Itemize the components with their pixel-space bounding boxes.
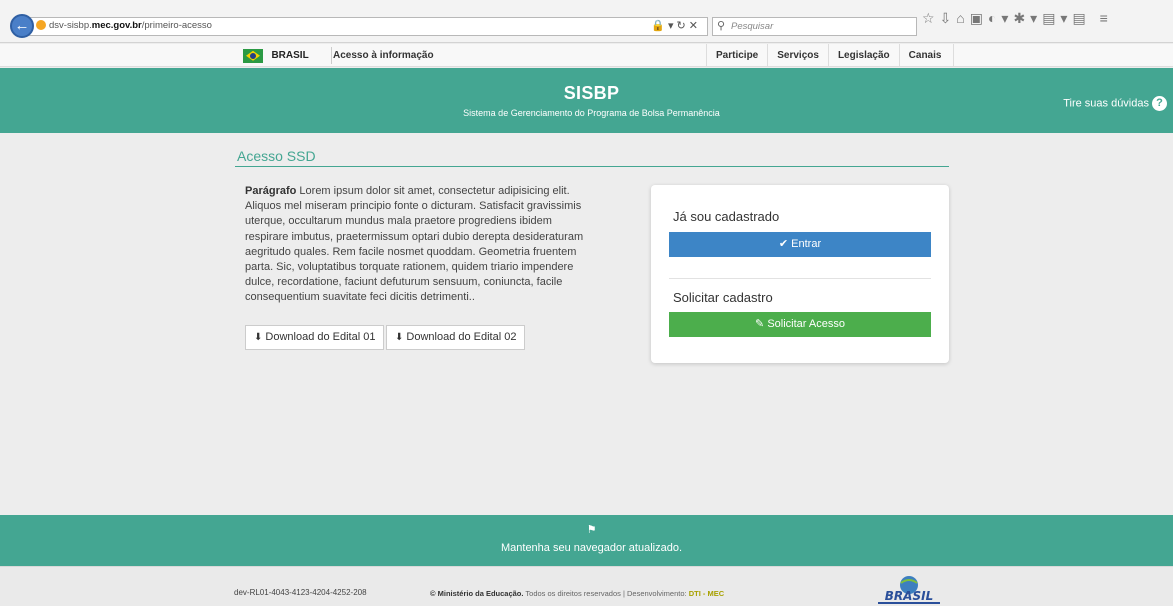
title-divider <box>235 166 949 167</box>
flag-icon: ⚑ <box>586 524 597 536</box>
page-title: Acesso SSD <box>237 148 316 164</box>
site-identity-icon[interactable] <box>36 20 46 30</box>
enter-button[interactable]: ✔ Entrar <box>669 232 931 257</box>
edit-icon: ✎ <box>755 318 765 330</box>
brazil-flag-icon <box>243 48 263 63</box>
help-link[interactable]: Tire suas dúvidas? <box>1063 96 1167 111</box>
card-divider <box>669 278 931 279</box>
subfooter: dev-RL01-4043-4123-4204-4252-208 © Minis… <box>0 566 1173 606</box>
download-icon: ⬇ <box>254 332 263 343</box>
search-icon: ⚲ <box>717 20 726 32</box>
question-icon: ? <box>1152 96 1167 111</box>
enter-label: Entrar <box>791 238 822 250</box>
gov-nav-servicos[interactable]: Serviços <box>767 44 828 67</box>
brasil-label: BRASIL <box>271 50 309 62</box>
url-text: dsv-sisbp.mec.gov.br/primeiro-acesso <box>49 20 212 31</box>
download-edital-02-label: Download do Edital 02 <box>406 331 517 343</box>
gov-nav-participe[interactable]: Participe <box>706 44 767 67</box>
download-icon: ⬇ <box>395 332 404 343</box>
brasil-link[interactable]: BRASIL <box>243 47 332 64</box>
request-heading: Solicitar cadastro <box>673 290 773 305</box>
check-icon: ✔ <box>778 238 789 250</box>
copyright-text: Todos os direitos reservados | Desenvolv… <box>523 589 689 598</box>
browser-toolbar: dsv-sisbp.mec.gov.br/primeiro-acesso 🔒▾↻… <box>0 0 1173 43</box>
intro-paragraph: Parágrafo Lorem ipsum dolor sit amet, co… <box>245 184 587 306</box>
browser-update-message: Mantenha seu navegador atualizado. <box>500 542 683 554</box>
registered-heading: Já sou cadastrado <box>673 209 780 224</box>
gov-nav: Participe Serviços Legislação Canais <box>706 44 955 67</box>
app-title: SISBP <box>563 83 620 103</box>
access-card: Já sou cadastrado ✔ Entrar Solicitar cad… <box>651 185 949 363</box>
paragraph-text: Lorem ipsum dolor sit amet, consectetur … <box>245 185 584 304</box>
acesso-informacao-link[interactable]: Acesso à informação <box>333 50 434 61</box>
browser-toolbar-icons[interactable]: ☆⇩⌂▣◐▾✱▾▤▾▤ ≡ <box>922 10 1113 34</box>
paragraph-lead: Parágrafo <box>245 185 297 197</box>
address-bar[interactable]: dsv-sisbp.mec.gov.br/primeiro-acesso 🔒▾↻… <box>29 17 708 36</box>
developer-link[interactable]: DTI - MEC <box>689 589 724 598</box>
app-subtitle: Sistema de Gerenciamento do Programa de … <box>463 108 720 118</box>
gov-nav-canais[interactable]: Canais <box>898 44 955 67</box>
url-controls[interactable]: 🔒▾↻✕ <box>651 19 701 32</box>
search-placeholder: Pesquisar <box>731 21 774 32</box>
app-header: SISBP Sistema de Gerenciamento do Progra… <box>0 68 1173 133</box>
copyright-org: © Ministério da Educação. <box>430 589 524 598</box>
footer-banner: ⚑ Mantenha seu navegador atualizado. <box>0 515 1173 566</box>
request-access-button[interactable]: ✎ Solicitar Acesso <box>669 312 931 337</box>
download-edital-01-label: Download do Edital 01 <box>265 331 376 343</box>
copyright: © Ministério da Educação. Todos os direi… <box>430 589 724 598</box>
brasil-government-logo: BRASIL <box>878 576 940 604</box>
back-button[interactable]: ← <box>10 14 34 38</box>
browser-search-input[interactable]: ⚲ Pesquisar <box>712 17 917 36</box>
logo-text: BRASIL <box>885 589 933 603</box>
help-label: Tire suas dúvidas <box>1063 97 1149 110</box>
gov-bar: BRASIL Acesso à informação Participe Ser… <box>0 44 1173 67</box>
gov-nav-legislacao[interactable]: Legislação <box>827 44 899 67</box>
build-id: dev-RL01-4043-4123-4204-4252-208 <box>234 588 367 597</box>
download-edital-01-button[interactable]: ⬇ Download do Edital 01 <box>245 325 385 350</box>
request-access-label: Solicitar Acesso <box>767 318 845 330</box>
download-edital-02-button[interactable]: ⬇ Download do Edital 02 <box>386 325 526 350</box>
